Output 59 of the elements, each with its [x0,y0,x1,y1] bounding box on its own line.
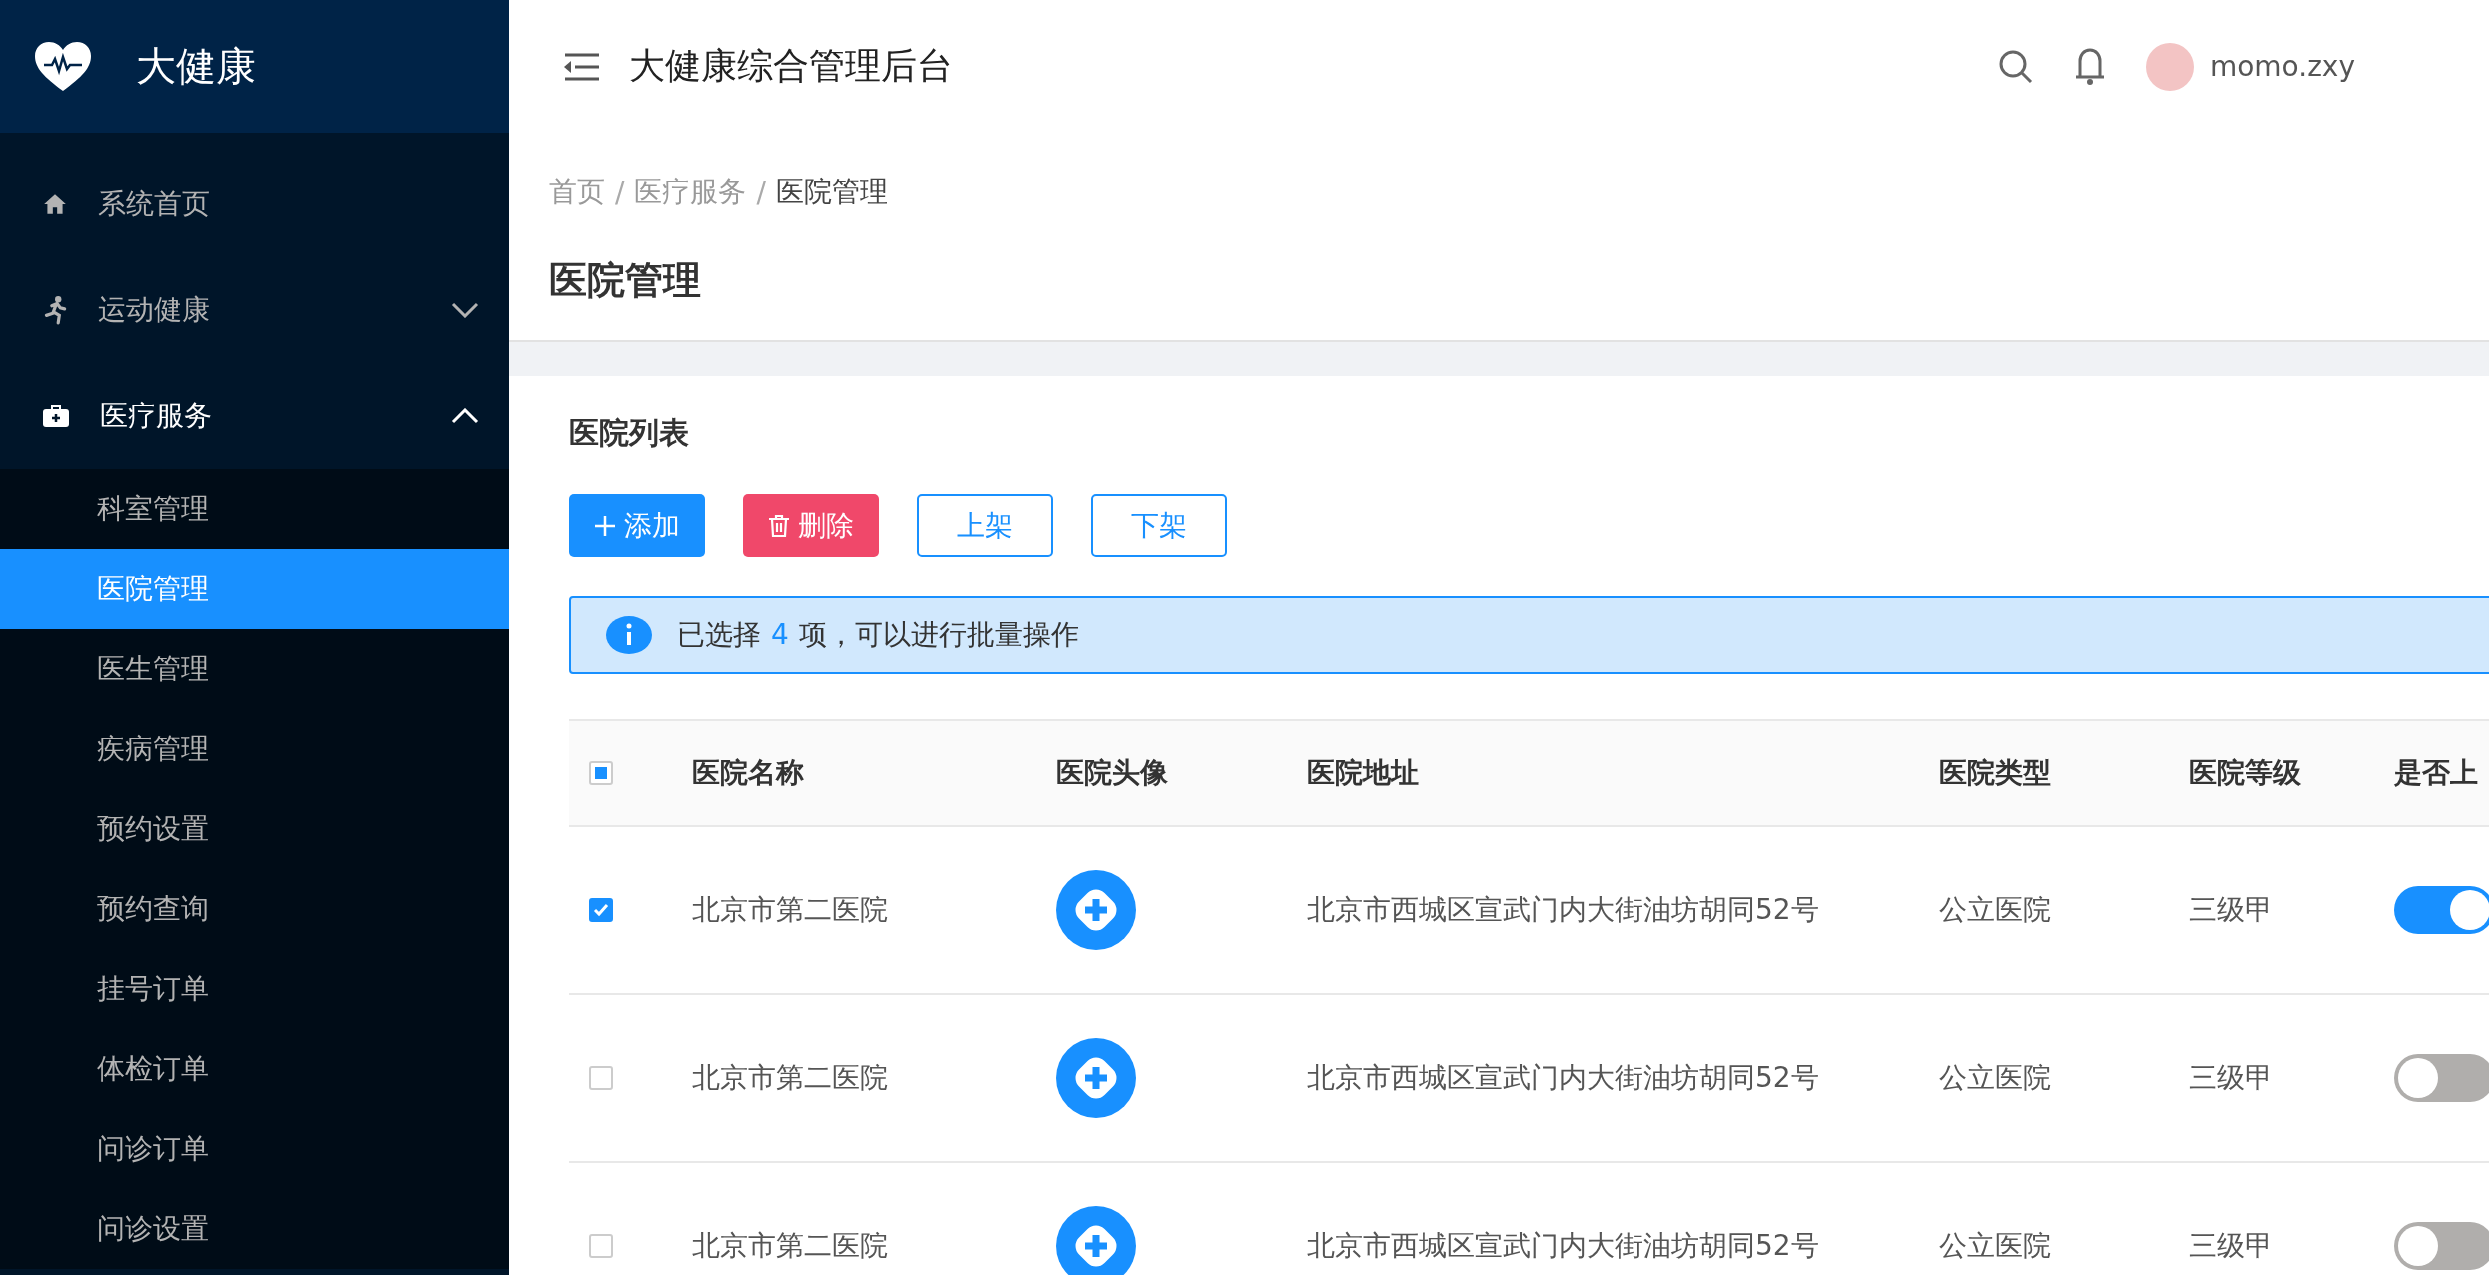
breadcrumb-separator: / [756,175,766,209]
sidebar-subitem[interactable]: 医生管理 [0,629,509,709]
heart-pulse-logo-icon [34,40,92,93]
sidebar-subitem[interactable]: 预约查询 [0,869,509,949]
hospital-plus-icon [1056,870,1136,950]
row-checkbox[interactable] [589,898,613,922]
trash-icon [768,513,790,538]
alert-text: 已选择 4 项，可以进行批量操作 [677,617,1079,653]
sidebar-item[interactable]: 运动健康 [0,257,509,363]
app-title: 大健康综合管理后台 [629,44,954,88]
running-person-icon [42,295,68,325]
brand-name: 大健康 [136,42,256,91]
column-header: 医院名称 [665,719,1029,827]
hospital-plus-icon [1056,1038,1136,1118]
info-icon [605,615,653,655]
column-header: 医院头像 [1029,719,1280,827]
sidebar-subitem[interactable]: 问诊设置 [0,1189,509,1269]
chevron-up-icon [451,408,479,424]
toolbar-button[interactable]: 删除 [743,494,879,557]
table-cell-text: 公立医院 [1939,1060,2051,1096]
toggle-switch[interactable] [2394,1222,2489,1270]
sidebar-subitem[interactable]: 问诊订单 [0,1109,509,1189]
table-cell-text: 公立医院 [1939,892,2051,928]
check-icon [593,903,609,917]
table-cell-text: 北京市第二医院 [692,1228,888,1264]
sidebar-subitem[interactable]: 科室管理 [0,469,509,549]
sidebar-subitem[interactable]: 预约设置 [0,789,509,869]
sidebar-subitem[interactable]: 疾病管理 [0,709,509,789]
search-icon[interactable] [1997,48,2034,85]
column-header: 医院地址 [1280,719,1912,827]
table-cell-text: 北京市第二医院 [692,1060,888,1096]
username[interactable]: momo.zxy [2209,50,2355,83]
toggle-switch[interactable] [2394,886,2489,934]
sidebar-subitem[interactable]: 体检订单 [0,1029,509,1109]
table-cell-text: 三级甲 [2189,1228,2273,1264]
select-all-checkbox[interactable] [589,761,613,785]
medical-kit-icon [42,403,70,429]
row-checkbox[interactable] [589,1234,613,1258]
column-header: 医院等级 [2162,719,2367,827]
table-cell-text: 三级甲 [2189,1060,2273,1096]
card-title: 医院列表 [569,413,690,452]
table-cell-text: 北京市西城区宣武门内大街油坊胡同52号 [1307,1228,1819,1264]
row-checkbox[interactable] [589,1066,613,1090]
sidebar-item[interactable]: 系统首页 [0,151,509,257]
bell-icon[interactable] [2073,46,2106,87]
column-header: 医院类型 [1912,719,2162,827]
table-cell-text: 北京市第二医院 [692,892,888,928]
column-header: 是否上 [2367,719,2489,827]
sidebar-subitem[interactable]: 挂号订单 [0,949,509,1029]
chevron-down-icon [451,302,479,318]
table-cell-text: 三级甲 [2189,892,2273,928]
plus-icon [594,514,616,537]
table-cell-text: 公立医院 [1939,1228,2051,1264]
toggle-switch[interactable] [2394,1054,2489,1102]
page-title: 医院管理 [549,257,702,304]
sidebar-item[interactable]: 医疗服务 [0,363,509,469]
table-cell-text: 北京市西城区宣武门内大街油坊胡同52号 [1307,1060,1819,1096]
breadcrumb-separator: / [615,175,625,209]
table-cell-text: 北京市西城区宣武门内大街油坊胡同52号 [1307,892,1819,928]
